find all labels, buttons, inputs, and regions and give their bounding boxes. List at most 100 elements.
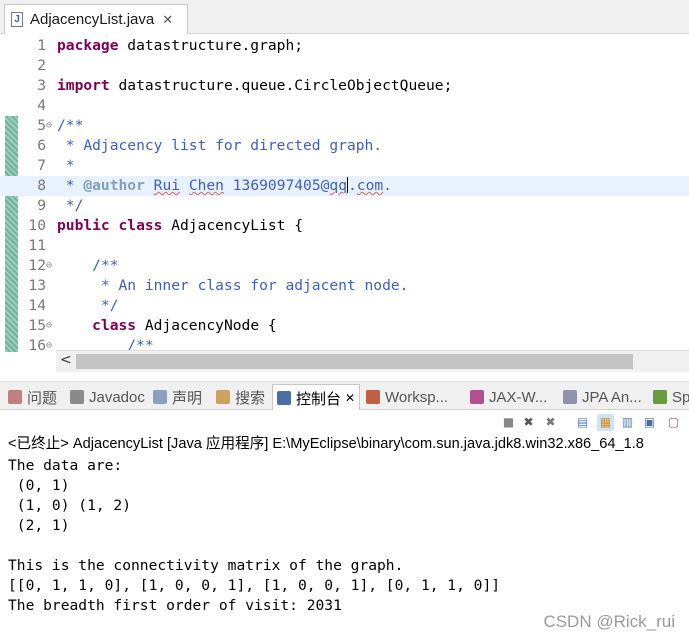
word-wrap-icon[interactable]: ▥ bbox=[619, 414, 636, 431]
code-line[interactable]: 2 bbox=[0, 56, 689, 76]
code-token: com bbox=[356, 177, 384, 194]
console-line: (0, 1) bbox=[8, 477, 70, 494]
watermark: CSDN @Rick_rui bbox=[543, 612, 675, 631]
tab-console[interactable]: 控制台 ✕ bbox=[272, 384, 361, 411]
line-number: 11 bbox=[28, 237, 46, 254]
code-token: package bbox=[57, 37, 119, 54]
tab-javadoc[interactable]: Javadoc bbox=[70, 386, 145, 408]
line-number: 6 bbox=[37, 137, 46, 154]
line-number: 14 bbox=[28, 297, 46, 314]
javadoc-icon bbox=[70, 390, 84, 404]
code-line[interactable]: 3 import datastructure.queue.CircleObject… bbox=[0, 76, 689, 96]
close-icon[interactable]: ✕ bbox=[162, 12, 173, 28]
code-token: import bbox=[57, 77, 110, 94]
code-text: import datastructure.queue.CircleObjectQ… bbox=[57, 76, 452, 96]
jpa-icon bbox=[563, 390, 577, 404]
fold-toggle-icon[interactable]: ⊖ bbox=[46, 316, 52, 336]
tab-label: 控制台 bbox=[296, 390, 342, 408]
code-token: * bbox=[57, 177, 84, 194]
line-number: 3 bbox=[37, 77, 46, 94]
code-token: datastructure.graph; bbox=[118, 37, 304, 54]
code-line[interactable]: 13 * An inner class for adjacent node. bbox=[0, 276, 689, 296]
tab-jpa[interactable]: JPA An... bbox=[563, 386, 642, 408]
tab-problems[interactable]: 问题 bbox=[8, 386, 57, 408]
code-token: */ bbox=[57, 197, 84, 214]
tab-label: Sp bbox=[672, 388, 689, 406]
code-line[interactable]: 10 public class AdjacencyList { bbox=[0, 216, 689, 236]
tab-label: 声明 bbox=[172, 389, 203, 407]
code-line[interactable]: 6 * Adjacency list for directed graph. bbox=[0, 136, 689, 156]
tab-search[interactable]: 搜索 bbox=[216, 386, 265, 408]
line-number: 1 bbox=[37, 37, 46, 54]
code-text: class AdjacencyNode { bbox=[57, 316, 277, 336]
code-token: AdjacencyList { bbox=[162, 217, 304, 234]
line-number: 7 bbox=[37, 157, 46, 174]
code-token: public bbox=[57, 217, 110, 234]
code-text: */ bbox=[57, 296, 119, 316]
code-text: public class AdjacencyList { bbox=[57, 216, 303, 236]
code-token: AdjacencyNode { bbox=[136, 317, 277, 334]
code-text: * An inner class for adjacent node. bbox=[57, 276, 409, 296]
code-token: /** bbox=[57, 257, 119, 274]
line-number: 2 bbox=[37, 57, 46, 74]
code-line[interactable]: 7 * bbox=[0, 156, 689, 176]
fold-toggle-icon[interactable]: ⊖ bbox=[46, 116, 52, 136]
code-token: qq bbox=[329, 177, 347, 194]
horizontal-scrollbar[interactable]: < bbox=[56, 350, 689, 372]
editor-tab-label: AdjacencyList.java bbox=[30, 11, 155, 28]
tab-declaration[interactable]: 声明 bbox=[153, 386, 202, 408]
scrollbar-thumb[interactable] bbox=[76, 354, 633, 369]
console-line: [[0, 1, 1, 0], [1, 0, 0, 1], [1, 0, 0, 1… bbox=[8, 577, 501, 594]
line-number: 10 bbox=[28, 217, 46, 234]
fold-toggle-icon[interactable]: ⊖ bbox=[46, 336, 52, 352]
clear-console-icon[interactable]: ▤ bbox=[574, 414, 591, 431]
remove-launch-icon[interactable]: ✖ bbox=[520, 414, 537, 431]
code-line[interactable]: 5 ⊖ /** bbox=[0, 116, 689, 136]
remove-all-icon[interactable]: ✖ bbox=[542, 414, 559, 431]
line-number: 13 bbox=[28, 277, 46, 294]
view-tab-bar: 问题 Javadoc 声明 搜索 控制台 ✕ Worksp... JAX-W... JPA A… bbox=[0, 381, 689, 411]
code-token: * An inner class for adjacent node. bbox=[57, 277, 409, 294]
editor-tab-bar: J AdjacencyList.java ✕ bbox=[0, 0, 689, 34]
code-token: @author bbox=[83, 177, 145, 194]
line-number: 5 bbox=[37, 117, 46, 134]
code-line[interactable]: 8 * @author Rui Chen 1369097405@qq.com. bbox=[0, 176, 689, 196]
fold-toggle-icon[interactable]: ⊖ bbox=[46, 256, 52, 276]
code-text: * @author Rui Chen 1369097405@qq.com. bbox=[57, 176, 392, 196]
line-number: 9 bbox=[37, 197, 46, 214]
display-console-icon[interactable]: ▢ bbox=[665, 414, 682, 431]
console-output[interactable]: The data are: (0, 1) (1, 0) (1, 2) (2, 1… bbox=[8, 456, 689, 616]
tab-workspace[interactable]: Worksp... bbox=[366, 386, 448, 408]
scroll-left-arrow-icon[interactable]: < bbox=[60, 352, 72, 368]
code-line[interactable]: 9 */ bbox=[0, 196, 689, 216]
search-icon bbox=[216, 390, 230, 404]
code-line[interactable]: 1 package datastructure.graph; bbox=[0, 36, 689, 56]
code-editor[interactable]: 1 package datastructure.graph; 2 3 import da… bbox=[0, 34, 689, 352]
tab-spring[interactable]: Sp bbox=[653, 386, 689, 408]
line-number: 8 bbox=[37, 177, 46, 194]
terminate-icon[interactable]: ■ bbox=[500, 414, 517, 431]
line-number: 12 bbox=[28, 257, 46, 274]
pin-console-icon[interactable]: ▣ bbox=[641, 414, 658, 431]
tab-label: JAX-W... bbox=[489, 388, 548, 406]
console-toolbar: ■ ✖ ✖ ▤ ▦ ▥ ▣ ▢ bbox=[0, 410, 689, 436]
code-line[interactable]: 12 ⊖ /** bbox=[0, 256, 689, 276]
declaration-icon bbox=[153, 390, 167, 404]
code-line[interactable]: 11 bbox=[0, 236, 689, 256]
code-line[interactable]: 14 */ bbox=[0, 296, 689, 316]
code-token: . bbox=[348, 177, 357, 194]
tab-label: 问题 bbox=[27, 389, 58, 407]
code-line[interactable]: 4 bbox=[0, 96, 689, 116]
tab-jaxws[interactable]: JAX-W... bbox=[470, 386, 547, 408]
scroll-lock-icon[interactable]: ▦ bbox=[597, 414, 614, 431]
code-token: Chen bbox=[188, 177, 224, 194]
code-token: * Adjacency list for directed graph. bbox=[57, 137, 383, 154]
console-line: (1, 0) (1, 2) bbox=[8, 497, 132, 514]
code-token: */ bbox=[57, 297, 119, 314]
editor-tab-adjacencylist[interactable]: J AdjacencyList.java ✕ bbox=[4, 4, 188, 34]
close-icon[interactable]: ✕ bbox=[345, 391, 355, 405]
code-line[interactable]: 15 ⊖ class AdjacencyNode { bbox=[0, 316, 689, 336]
